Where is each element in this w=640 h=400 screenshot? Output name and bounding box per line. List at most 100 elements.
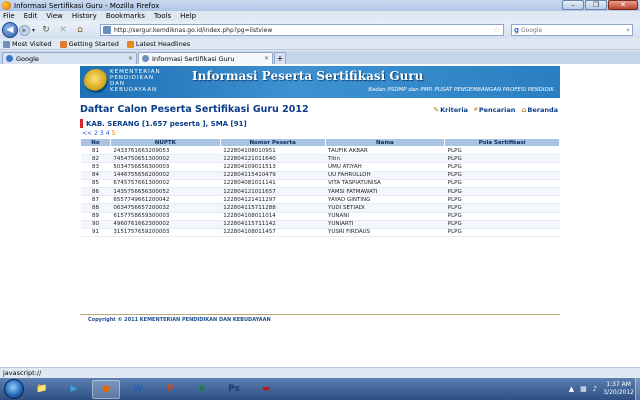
- table-row: 90 4960761662300002 122804115711142 YUNIART…: [80, 220, 560, 229]
- menu-tools[interactable]: Tools: [154, 12, 171, 20]
- col-nuptk: NUPTK: [109, 138, 221, 147]
- back-button[interactable]: ◀: [2, 22, 18, 38]
- table-row: 83 5034756656300003 122804109011513 UMU ATI…: [80, 162, 560, 172]
- bookmark-star-icon[interactable]: ☆: [494, 26, 500, 34]
- url-input[interactable]: [114, 26, 484, 34]
- col-nomor-peserta: Nomor Peserta: [219, 138, 326, 147]
- navigation-toolbar: ◀ ▶ ▾ ↻ ✕ ⌂ ☆ g ⌕: [0, 21, 640, 39]
- pagination-prev[interactable]: <<: [82, 130, 92, 137]
- cell-pola: PLPG: [444, 203, 560, 213]
- bookmark-label: Latest Headlines: [135, 40, 191, 48]
- cell-nama: YAYAD GINTING: [325, 195, 445, 205]
- volume-icon[interactable]: ♪: [593, 385, 597, 393]
- forward-button[interactable]: ▶: [19, 24, 30, 36]
- footer-divider: [80, 314, 560, 315]
- table-body: 81 2433761663209053 122804108010951 TAUFIK …: [80, 146, 560, 238]
- new-tab-button[interactable]: +: [274, 52, 286, 64]
- menu-bookmarks[interactable]: Bookmarks: [106, 12, 145, 20]
- search-bar[interactable]: g ⌕: [511, 24, 633, 36]
- bookmark-label: Most Visited: [12, 40, 52, 48]
- page-title: Daftar Calon Peserta Sertifikasi Guru 20…: [80, 104, 309, 115]
- address-bar[interactable]: ☆: [100, 24, 504, 36]
- cell-nuptk: 1446755656200002: [110, 171, 221, 180]
- pagination-page[interactable]: 2: [94, 130, 98, 137]
- pagination-page[interactable]: 3: [100, 130, 104, 137]
- home-icon: ⌂: [521, 105, 527, 114]
- cell-nama: YUSRI FIRDAUS: [325, 228, 445, 238]
- pencarian-link[interactable]: ⌕ Pencarian: [474, 105, 515, 114]
- maximize-button[interactable]: ❐: [585, 0, 607, 10]
- tab-google[interactable]: Google ✕: [2, 52, 137, 64]
- menu-file[interactable]: File: [3, 12, 15, 20]
- pagination-page[interactable]: 4: [106, 130, 110, 137]
- beranda-link[interactable]: ⌂ Beranda: [521, 105, 558, 114]
- cell-nama: YUDI SETIADI: [325, 203, 445, 213]
- firefox-icon: [2, 1, 11, 10]
- cell-nomor-peserta: 122804108010951: [220, 146, 326, 156]
- tray-arrow-icon[interactable]: ▲: [569, 385, 574, 393]
- menu-edit[interactable]: Edit: [24, 12, 38, 20]
- ministry-name: KEMENTERIAN PENDIDIKAN DAN KEBUDAYAAN: [110, 69, 161, 93]
- close-tab-icon[interactable]: ✕: [128, 55, 133, 62]
- window-titlebar: Informasi Sertifikasi Guru - Mozilla Fir…: [0, 0, 640, 11]
- cell-no: 90: [80, 220, 111, 229]
- cell-nama: YAMSI FATMAWATI: [325, 187, 445, 197]
- cell-nomor-peserta: 122804081011141: [220, 179, 326, 188]
- search-icon[interactable]: ⌕: [626, 26, 630, 35]
- word-icon[interactable]: W: [124, 380, 152, 399]
- explorer-icon[interactable]: 📁: [28, 380, 56, 399]
- cell-no: 86: [80, 187, 111, 197]
- cell-nama: UU FAHRULLOH: [325, 171, 445, 180]
- cell-pola: PLPG: [444, 187, 560, 197]
- kriteria-link[interactable]: ✎ Kriteria: [433, 105, 468, 114]
- minimize-button[interactable]: –: [562, 0, 584, 10]
- google-favicon-icon: [6, 55, 13, 62]
- network-icon[interactable]: ▦: [580, 385, 587, 393]
- tab-strip: Google ✕ Informasi Sertifikasi Guru ✕ +: [0, 51, 640, 64]
- bookmark-most-visited[interactable]: Most Visited: [3, 40, 52, 48]
- menu-view[interactable]: View: [46, 12, 63, 20]
- close-button[interactable]: ✕: [608, 0, 638, 10]
- history-dropdown-icon[interactable]: ▾: [32, 27, 35, 34]
- window-title: Informasi Sertifikasi Guru - Mozilla Fir…: [14, 1, 160, 10]
- system-tray: ▲ ▦ ♪ 1:37 AM 3/20/2012: [524, 378, 640, 400]
- cell-nuptk: 7454750651300002: [110, 154, 221, 164]
- cell-nuptk: 1435756656300052: [110, 187, 221, 197]
- cell-nuptk: 4960761662300002: [110, 220, 221, 229]
- bookmarks-toolbar: Most Visited Getting Started Latest Head…: [0, 39, 640, 50]
- close-tab-icon[interactable]: ✕: [264, 55, 269, 62]
- banner-title: Informasi Peserta Sertifikasi Guru: [192, 69, 424, 83]
- reload-icon[interactable]: ↻: [40, 24, 52, 36]
- table-row: 89 6157758659300003 122804108011014 YUNANI P…: [80, 212, 560, 221]
- photoshop-icon[interactable]: Ps: [220, 380, 248, 399]
- cell-pola: PLPG: [444, 162, 560, 172]
- google-engine-icon[interactable]: g: [514, 26, 519, 34]
- clock-time: 1:37 AM: [606, 381, 631, 388]
- start-button[interactable]: [4, 379, 24, 399]
- powerpoint-icon[interactable]: P: [156, 380, 184, 399]
- cell-nomor-peserta: 122804115410479: [220, 171, 326, 180]
- table-row: 86 1435756656300052 122804121011657 YAMSI F…: [80, 187, 560, 197]
- menu-history[interactable]: History: [72, 12, 97, 20]
- cell-no: 82: [80, 154, 111, 164]
- table-row: 87 6557749661200042 122804121411297 YAYAD G…: [80, 195, 560, 205]
- firefox-icon[interactable]: ●: [92, 379, 120, 399]
- school-subheading: KAB. SERANG [1.657 peserta ], SMA [91]: [80, 119, 247, 128]
- bookmark-getting-started[interactable]: Getting Started: [59, 40, 119, 48]
- menu-help[interactable]: Help: [180, 12, 196, 20]
- stop-icon[interactable]: ✕: [57, 24, 69, 36]
- cell-no: 85: [80, 179, 111, 188]
- media-player-icon[interactable]: ▶: [60, 380, 88, 399]
- show-desktop-button[interactable]: [635, 378, 640, 400]
- excel-icon[interactable]: X: [188, 380, 216, 399]
- cell-nomor-peserta: 122804121011640: [220, 154, 326, 164]
- search-input[interactable]: [521, 26, 622, 34]
- clock[interactable]: 1:37 AM 3/20/2012: [603, 381, 634, 397]
- clock-date: 3/20/2012: [603, 389, 634, 396]
- app-icon[interactable]: ▬: [252, 380, 280, 399]
- bookmark-latest-headlines[interactable]: Latest Headlines: [126, 40, 191, 48]
- table-row: 82 7454750651300002 122804121011640 Titin PL…: [80, 154, 560, 164]
- tab-sertifikasi[interactable]: Informasi Sertifikasi Guru ✕: [138, 52, 273, 64]
- home-icon[interactable]: ⌂: [74, 24, 86, 36]
- tab-label: Informasi Sertifikasi Guru: [152, 54, 235, 63]
